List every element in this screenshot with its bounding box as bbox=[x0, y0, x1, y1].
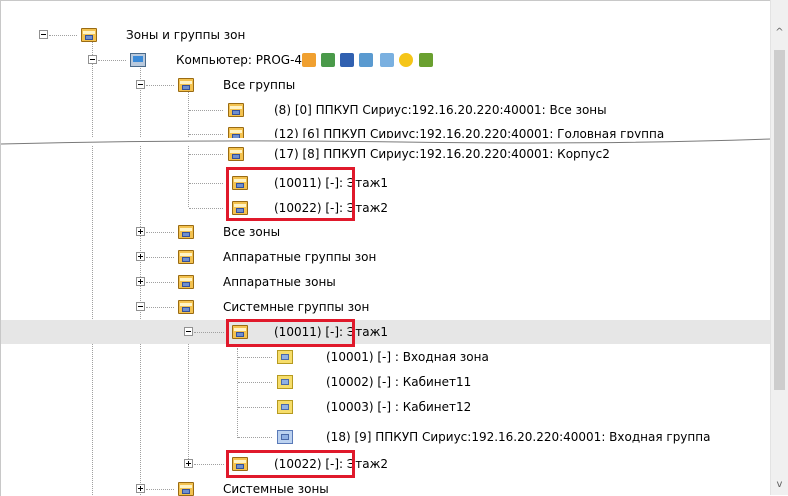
scroll-up-arrow-icon[interactable]: ^ bbox=[771, 24, 788, 41]
tree-line bbox=[189, 208, 223, 209]
tree-line bbox=[189, 154, 223, 155]
zones-tree-view[interactable]: Зоны и группы зон Компьютер: PROG-43 Все… bbox=[0, 0, 771, 496]
tree-item-group[interactable]: (8) [0] ППКУП Сириус:192.16.20.220:40001… bbox=[1, 98, 771, 122]
zone-group-folder-icon bbox=[178, 250, 194, 264]
monitor-icon bbox=[321, 53, 335, 67]
tree-item-label: (10002) [-] : Кабинет11 bbox=[326, 375, 472, 389]
zone-group-folder-icon bbox=[228, 147, 244, 161]
tree-item-group[interactable]: (17) [8] ППКУП Сириус:192.16.20.220:4000… bbox=[1, 142, 771, 166]
tree-item-label: (18) [9] ППКУП Сириус:192.16.20.220:4000… bbox=[326, 430, 711, 444]
tree-item-group[interactable]: (10011) [-]: Этаж1 bbox=[1, 171, 771, 195]
collapse-icon[interactable] bbox=[39, 30, 48, 39]
zone-group-folder-icon bbox=[81, 28, 97, 42]
collapse-icon[interactable] bbox=[136, 80, 145, 89]
tree-item-all-zones[interactable]: Все зоны bbox=[1, 220, 771, 244]
tree-item-label: (8) [0] ППКУП Сириус:192.16.20.220:40001… bbox=[274, 103, 607, 117]
highlight-box bbox=[226, 450, 355, 478]
zone-group-folder-icon bbox=[178, 482, 194, 496]
tree-line bbox=[146, 232, 174, 233]
zone-icon bbox=[277, 400, 293, 414]
highlight-box bbox=[226, 319, 355, 347]
tree-item-label: Все группы bbox=[223, 78, 296, 92]
tree-line bbox=[146, 282, 174, 283]
tree-item-label: Все зоны bbox=[223, 225, 281, 239]
tree-item-sys-group-1[interactable]: (10011) [-]: Этаж1 bbox=[1, 320, 771, 344]
zone-icon bbox=[277, 375, 293, 389]
tree-item-label: Системные группы зон bbox=[223, 300, 370, 314]
tree-item-root[interactable]: Зоны и группы зон bbox=[1, 23, 771, 47]
expand-icon[interactable] bbox=[136, 252, 145, 261]
tree-item-zone[interactable]: (18) [9] ППКУП Сириус:192.16.20.220:4000… bbox=[1, 425, 771, 449]
tree-line bbox=[189, 110, 223, 111]
tree-line bbox=[194, 332, 224, 333]
zone-group-icon bbox=[277, 430, 293, 444]
expand-icon[interactable] bbox=[136, 277, 145, 286]
zone-group-folder-icon bbox=[178, 225, 194, 239]
tree-line bbox=[98, 60, 126, 61]
tree-item-label: (10001) [-] : Входная зона bbox=[326, 350, 489, 364]
tree-line bbox=[146, 307, 174, 308]
tree-line bbox=[238, 382, 272, 383]
tree-item-label: Компьютер: PROG-43 bbox=[176, 53, 310, 67]
tree-line bbox=[238, 437, 272, 438]
vertical-scrollbar[interactable]: ^ v bbox=[770, 0, 788, 495]
network-icon bbox=[359, 53, 373, 67]
scroll-down-arrow-icon[interactable]: v bbox=[771, 476, 788, 493]
tree-item-label: (17) [8] ППКУП Сириус:192.16.20.220:4000… bbox=[274, 147, 610, 161]
tree-item-group[interactable]: (10022) [-]: Этаж2 bbox=[1, 196, 771, 220]
tree-line bbox=[189, 183, 223, 184]
tree-item-label: Зоны и группы зон bbox=[126, 28, 246, 42]
collapse-icon[interactable] bbox=[88, 55, 97, 64]
collapse-icon[interactable] bbox=[136, 302, 145, 311]
tree-item-sys-zones[interactable]: Системные зоны bbox=[1, 477, 771, 496]
tree-line bbox=[189, 134, 223, 135]
expand-icon[interactable] bbox=[184, 459, 193, 468]
tree-item-sys-groups[interactable]: Системные группы зон bbox=[1, 295, 771, 319]
tree-line bbox=[146, 489, 174, 490]
tree-item-zone[interactable]: (10003) [-] : Кабинет12 bbox=[1, 395, 771, 419]
tree-item-hw-groups[interactable]: Аппаратные группы зон bbox=[1, 245, 771, 269]
zone-icon bbox=[277, 350, 293, 364]
tree-item-computer[interactable]: Компьютер: PROG-43 bbox=[1, 48, 771, 72]
zone-group-folder-icon bbox=[178, 300, 194, 314]
zone-group-folder-icon bbox=[178, 78, 194, 92]
filter-icon bbox=[302, 53, 316, 67]
computer-icon bbox=[130, 53, 146, 67]
tree-line bbox=[146, 257, 174, 258]
tree-item-all-groups[interactable]: Все группы bbox=[1, 73, 771, 97]
expand-icon[interactable] bbox=[136, 227, 145, 236]
collapse-icon[interactable] bbox=[184, 327, 193, 336]
sun-icon bbox=[399, 53, 413, 67]
tree-line bbox=[146, 85, 174, 86]
tree-item-label: (10003) [-] : Кабинет12 bbox=[326, 400, 472, 414]
tree-line bbox=[49, 35, 77, 36]
zone-group-folder-icon bbox=[228, 103, 244, 117]
tree-item-sys-group-2[interactable]: (10022) [-]: Этаж2 bbox=[1, 452, 771, 476]
database-icon bbox=[380, 53, 394, 67]
expand-icon[interactable] bbox=[136, 484, 145, 493]
users-icon bbox=[419, 53, 433, 67]
tree-item-zone[interactable]: (10002) [-] : Кабинет11 bbox=[1, 370, 771, 394]
highlight-box bbox=[226, 167, 355, 221]
zone-group-folder-icon bbox=[178, 275, 194, 289]
tree-line bbox=[238, 407, 272, 408]
tree-item-label: Аппаратные группы зон bbox=[223, 250, 377, 264]
tree-line bbox=[194, 464, 224, 465]
server-icon bbox=[340, 53, 354, 67]
tree-item-zone[interactable]: (10001) [-] : Входная зона bbox=[1, 345, 771, 369]
scrollbar-thumb[interactable] bbox=[774, 50, 785, 390]
tree-item-label: Аппаратные зоны bbox=[223, 275, 336, 289]
tree-item-label: Системные зоны bbox=[223, 482, 329, 496]
tree-line bbox=[238, 357, 272, 358]
tree-item-hw-zones[interactable]: Аппаратные зоны bbox=[1, 270, 771, 294]
